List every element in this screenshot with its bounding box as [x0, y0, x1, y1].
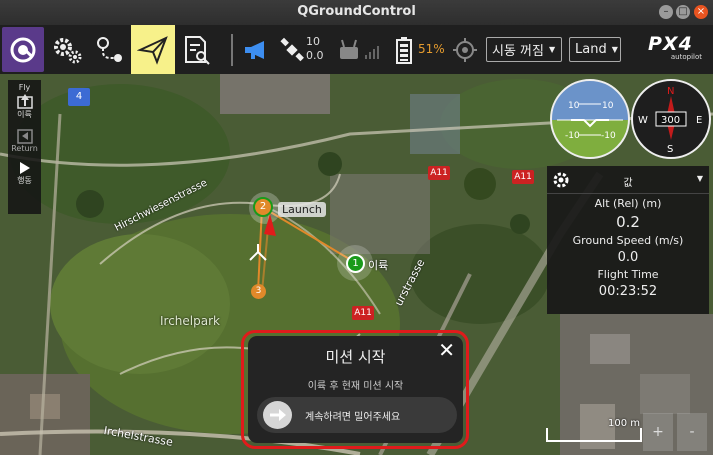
- dialog-subtitle: 이륙 후 현재 미션 시작: [307, 381, 404, 392]
- values-header: 값 ▼: [547, 166, 709, 194]
- instrument-values-panel: 값 ▼ Alt (Rel) (m) 0.2 Ground Speed (m/s)…: [547, 166, 709, 314]
- minimize-button[interactable]: –: [659, 5, 673, 19]
- close-icon[interactable]: ✕: [438, 338, 455, 362]
- map-scale-label: 100 m: [608, 418, 641, 429]
- return-home-icon: [16, 129, 33, 144]
- compass-letter-east: E: [696, 115, 702, 126]
- battery-icon: [396, 36, 412, 64]
- plan-view-button[interactable]: [90, 25, 128, 74]
- qgc-logo-icon: [10, 37, 36, 62]
- megaphone-icon: [245, 40, 264, 59]
- dialog-title: 미션 시작: [325, 348, 386, 366]
- waypoint-1-label: 이륙: [368, 259, 389, 272]
- values-selector-label: 값: [623, 178, 633, 189]
- gps-hdop: 0.0: [306, 49, 324, 62]
- action-mode-dropdown[interactable]: Land ▼: [569, 37, 621, 62]
- ground-speed-value: 0.0: [617, 250, 639, 265]
- gps-status: 10 0.0: [306, 35, 324, 63]
- document-search-icon: [185, 35, 210, 65]
- gps-satellite-count: 10: [306, 35, 320, 48]
- slider-thumb[interactable]: [263, 401, 292, 429]
- satellite-icon: [280, 37, 304, 61]
- compass-letter-south: S: [667, 144, 673, 155]
- arrow-right-icon: [269, 409, 286, 421]
- chevron-down-icon[interactable]: ▼: [697, 174, 703, 183]
- flight-mode-dropdown[interactable]: 시동 꺼짐 ▼: [486, 37, 562, 62]
- zoom-out-button[interactable]: -: [677, 413, 707, 451]
- crosshair-icon: [453, 37, 477, 62]
- qgc-logo-button[interactable]: [2, 27, 44, 72]
- play-icon: [19, 162, 30, 174]
- takeoff-icon: [16, 94, 33, 109]
- main-toolbar: 10 0.0 51% 시동 꺼짐 ▼ Land ▼ PX4 autopilot: [0, 25, 713, 74]
- window-title: QGroundControl: [297, 4, 416, 19]
- fly-tools-header: Fly: [18, 83, 31, 92]
- flight-time-label: Flight Time: [597, 268, 659, 281]
- alt-rel-value: 0.2: [616, 213, 640, 231]
- window-titlebar: QGroundControl – □ ×: [0, 0, 713, 25]
- attitude-indicator: 10 10 -10 -10: [550, 79, 630, 159]
- waypoint-1-marker[interactable]: 1: [346, 254, 365, 273]
- rc-rssi-indicator[interactable]: [336, 25, 382, 74]
- return-button[interactable]: Return: [8, 122, 41, 155]
- takeoff-label: 이륙: [17, 110, 32, 119]
- ground-speed-label: Ground Speed (m/s): [572, 234, 684, 247]
- gps-indicator[interactable]: [278, 25, 306, 74]
- launch-label: Launch: [278, 202, 326, 217]
- battery-indicator[interactable]: [394, 25, 414, 74]
- action-button[interactable]: 행동: [8, 155, 41, 188]
- slider-instruction: 계속하려면 밀어주세요: [305, 412, 401, 423]
- route-waypoint-icon: [97, 36, 122, 62]
- takeoff-button[interactable]: 이륙: [8, 92, 41, 122]
- alt-rel-label: Alt (Rel) (m): [594, 197, 662, 210]
- flight-time-value: 00:23:52: [598, 284, 658, 299]
- rc-transmitter-icon: [340, 39, 379, 59]
- attitude-pitch-mark: 10: [602, 101, 614, 111]
- roi-indicator[interactable]: [452, 25, 478, 74]
- waypoint-2-marker[interactable]: 2: [253, 197, 273, 217]
- return-label: Return: [11, 144, 38, 153]
- settings-button[interactable]: [48, 25, 86, 74]
- compass-letter-north: N: [667, 86, 674, 97]
- messages-indicator[interactable]: [240, 25, 272, 74]
- toolbar-separator: [231, 34, 233, 66]
- maximize-button[interactable]: □: [676, 5, 690, 19]
- waypoint-3-marker[interactable]: 3: [251, 284, 266, 299]
- confirm-slider[interactable]: 계속하려면 밀어주세요: [257, 397, 457, 433]
- action-label: 행동: [17, 176, 32, 185]
- attitude-pitch-mark: 10: [568, 101, 580, 111]
- battery-percent: 51%: [418, 42, 445, 56]
- gears-icon: [54, 37, 82, 63]
- mission-start-dialog: 미션 시작 ✕ 이륙 후 현재 미션 시작 계속하려면 밀어주세요: [248, 336, 463, 443]
- flight-mode-label: 시동 꺼짐: [492, 44, 544, 59]
- compass-heading: 300: [661, 115, 680, 126]
- fly-view-button[interactable]: [131, 25, 175, 74]
- zoom-in-button[interactable]: +: [643, 413, 673, 451]
- px4-logo-text: PX4: [648, 33, 693, 55]
- analyze-button[interactable]: [178, 25, 216, 74]
- px4-brand-logo: PX4 autopilot: [648, 35, 708, 63]
- fly-tools-panel: Fly 이륙 Return 행동: [8, 80, 41, 214]
- action-mode-label: Land: [575, 42, 607, 57]
- compass-letter-west: W: [638, 115, 648, 126]
- attitude-pitch-mark: -10: [565, 131, 580, 141]
- close-window-button[interactable]: ×: [694, 5, 708, 19]
- compass-indicator: N E S W 300: [631, 79, 711, 159]
- attitude-pitch-mark: -10: [601, 131, 616, 141]
- paper-plane-icon: [137, 35, 168, 65]
- map-scale-bar: [546, 428, 642, 442]
- chevron-down-icon: ▼: [611, 45, 618, 54]
- chevron-down-icon: ▼: [548, 45, 556, 54]
